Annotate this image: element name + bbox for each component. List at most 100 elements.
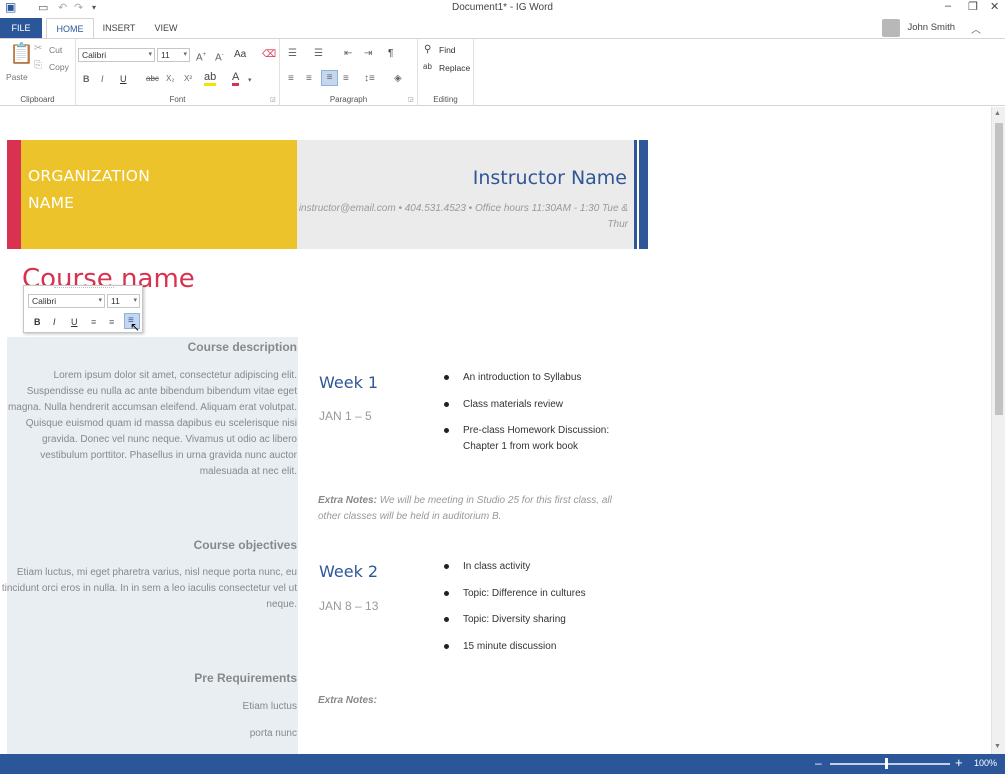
pre-requirements-line[interactable]: porta nunc [0,726,297,742]
chevron-down-icon: ▾ [98,297,102,304]
highlight-icon[interactable]: ab [204,71,217,86]
list-item[interactable]: An introduction to Syllabus [444,370,644,386]
week1-extra-notes[interactable]: Extra Notes: We will be meeting in Studi… [318,493,636,525]
collapse-ribbon-icon[interactable]: ︿ [971,21,981,36]
mini-font-family-select[interactable]: Calibri ▾ [28,294,105,308]
font-group: Calibri ▾ 11 ▾ A+ A- Aa ⌫ B I U abc X₂ X… [76,39,280,106]
mini-align-center-icon[interactable]: ≡ [109,317,114,327]
align-left-icon[interactable]: ≡ [288,73,294,85]
mini-bold-button[interactable]: B [34,317,41,327]
underline-button[interactable]: U [120,73,127,85]
mini-align-left-icon[interactable]: ≡ [91,317,96,327]
mini-underline-button[interactable]: U [71,317,78,327]
instructor-name[interactable]: Instructor Name [473,167,627,189]
list-item[interactable]: Pre-class Homework Discussion: Chapter 1… [444,423,644,455]
chevron-down-icon[interactable]: ▾ [248,75,252,87]
clipboard-label: Clipboard [20,95,55,104]
week2-list: In class activity Topic: Difference in c… [444,559,644,665]
minimize-button[interactable]: – [945,0,951,12]
pre-requirements-heading[interactable]: Pre Requirements [194,671,297,685]
increase-indent-icon[interactable]: ⇥ [364,48,372,60]
week2-dates[interactable]: JAN 8 – 13 [319,599,378,613]
vertical-scrollbar[interactable]: ▲ ▼ [991,107,1005,754]
zoom-out-button[interactable]: – [815,756,822,770]
cut-icon: ✂ [34,43,43,54]
week2-title[interactable]: Week 2 [319,562,378,581]
header-red-bar [7,140,21,249]
chevron-down-icon: ▾ [183,51,187,58]
mini-toolbar-grip[interactable] [54,287,114,290]
ribbon: 📋 Paste ✂ Cut ⎘ Copy Clipboard Calibri ▾… [0,38,1005,106]
course-description-body[interactable]: Lorem ipsum dolor sit amet, consectetur … [0,368,297,478]
font-family-select[interactable]: Calibri ▾ [78,48,155,62]
grow-font-icon[interactable]: A+ [196,49,206,64]
mini-font-size-select[interactable]: 11 ▾ [107,294,140,308]
font-label: Font [169,95,186,104]
subscript-button[interactable]: X₂ [166,73,174,85]
organization-name[interactable]: ORGANIZATION NAME [28,163,150,217]
decrease-indent-icon[interactable]: ⇤ [344,48,352,60]
course-objectives-body[interactable]: Etiam luctus, mi eget pharetra varius, n… [0,565,297,613]
superscript-button[interactable]: X² [184,73,192,85]
tab-view[interactable]: VIEW [146,18,186,38]
strikethrough-button[interactable]: abc [146,73,159,85]
list-item[interactable]: 15 minute discussion [444,639,644,655]
shading-icon[interactable]: ◈ [394,73,402,85]
justify-icon[interactable]: ≡ [321,70,338,86]
user-name[interactable]: John Smith [907,18,955,38]
week2-extra-notes[interactable]: Extra Notes: [318,693,377,709]
tab-home[interactable]: HOME [46,18,94,38]
tab-file[interactable]: FILE [0,18,42,38]
course-description-heading[interactable]: Course description [188,340,297,354]
zoom-slider[interactable] [830,763,950,765]
zoom-level[interactable]: 100% [974,758,997,768]
change-case-button[interactable]: Aa [234,49,246,61]
paragraph-group: ☰ ☰ ⇤ ⇥ ¶ ≡ ≡ ≡ ≡ ↕≡ ◈ Paragraph ◲ [280,39,418,106]
bullets-icon[interactable]: ☰ [288,48,297,60]
replace-button[interactable]: Replace [439,63,470,73]
align-center-icon[interactable]: ≡ [306,73,312,85]
font-color-icon[interactable]: A [232,71,240,86]
shrink-font-icon[interactable]: A- [215,49,224,64]
restore-button[interactable]: ❐ [968,0,978,13]
binoculars-icon: ⚲ [424,44,432,55]
numbering-icon[interactable]: ☰ [314,48,323,60]
pre-requirements-line[interactable]: Etiam luctus [0,699,297,715]
list-item[interactable]: In class activity [444,559,644,575]
italic-button[interactable]: I [101,73,104,85]
avatar[interactable] [882,19,900,37]
replace-icon: ab [423,62,432,71]
find-button[interactable]: Find [439,45,456,55]
line-spacing-icon[interactable]: ↕≡ [364,73,375,85]
week1-dates[interactable]: JAN 1 – 5 [319,409,372,423]
scroll-thumb[interactable] [995,123,1003,415]
list-item[interactable]: Topic: Difference in cultures [444,586,644,602]
align-right-icon[interactable]: ≡ [343,73,349,85]
scroll-up-icon[interactable]: ▲ [994,110,1001,117]
zoom-in-button[interactable]: + [955,755,963,770]
week1-title[interactable]: Week 1 [319,373,378,392]
scroll-down-icon[interactable]: ▼ [994,743,1001,750]
cut-button[interactable]: Cut [49,45,62,55]
course-objectives-heading[interactable]: Course objectives [194,538,297,552]
copy-icon: ⎘ [34,60,42,71]
mouse-cursor-icon: ↖ [130,320,141,334]
close-button[interactable]: ✕ [990,0,999,13]
document-canvas[interactable]: ORGANIZATION NAME Instructor Name instru… [0,107,991,754]
clear-formatting-icon[interactable]: ⌫ [262,49,276,61]
instructor-block: Instructor Name instructor@email.com • 4… [297,140,634,249]
show-marks-button[interactable]: ¶ [388,48,393,60]
instructor-contact[interactable]: instructor@email.com • 404.531.4523 • Of… [298,201,628,233]
font-dialog-launcher-icon[interactable]: ◲ [270,94,276,106]
list-item[interactable]: Topic: Diversity sharing [444,612,644,628]
status-bar: – + 100% [0,754,1005,774]
paste-button[interactable]: Paste [6,72,28,82]
bold-button[interactable]: B [83,73,90,85]
mini-italic-button[interactable]: I [53,317,56,327]
list-item[interactable]: Class materials review [444,397,644,413]
copy-button[interactable]: Copy [49,62,69,72]
paragraph-dialog-launcher-icon[interactable]: ◲ [408,94,414,106]
font-size-select[interactable]: 11 ▾ [157,48,190,62]
zoom-slider-thumb[interactable] [885,758,888,769]
tab-insert[interactable]: INSERT [98,18,140,38]
